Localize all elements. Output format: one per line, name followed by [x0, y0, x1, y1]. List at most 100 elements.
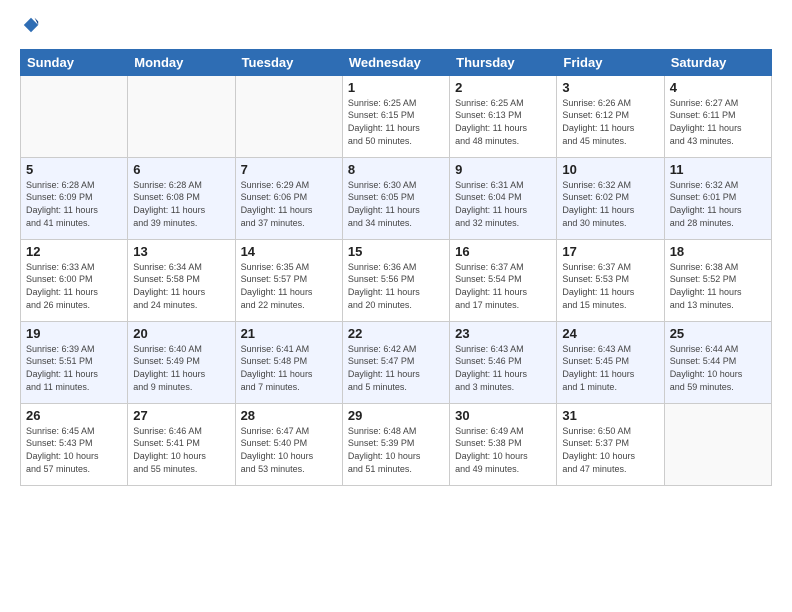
calendar-cell: 19Sunrise: 6:39 AM Sunset: 5:51 PM Dayli… — [21, 321, 128, 403]
day-number: 6 — [133, 162, 229, 177]
day-info: Sunrise: 6:45 AM Sunset: 5:43 PM Dayligh… — [26, 425, 122, 475]
calendar-week-3: 12 Sunrise: 6:33 AM Sunset: 6:00 PM Dayli… — [21, 239, 772, 321]
calendar-week-4: 19Sunrise: 6:39 AM Sunset: 5:51 PM Dayli… — [21, 321, 772, 403]
day-number: 4 — [670, 80, 766, 95]
calendar-cell: 3 Sunrise: 6:26 AM Sunset: 6:12 PM Daylig… — [557, 75, 664, 157]
day-number: 28 — [241, 408, 337, 423]
logo-icon — [22, 16, 40, 34]
day-info: Sunrise: 6:27 AM Sunset: 6:11 PM Dayligh… — [670, 97, 766, 147]
calendar-cell — [21, 75, 128, 157]
day-info: Sunrise: 6:26 AM Sunset: 6:12 PM Dayligh… — [562, 97, 658, 147]
calendar-cell: 29 Sunrise: 6:48 AM Sunset: 5:39 PM Dayli… — [342, 403, 449, 485]
day-info: Sunrise: 6:33 AM Sunset: 6:00 PM Dayligh… — [26, 261, 122, 311]
day-header-tuesday: Tuesday — [235, 49, 342, 75]
day-number: 26 — [26, 408, 122, 423]
day-number: 11 — [670, 162, 766, 177]
day-info: Sunrise: 6:39 AM Sunset: 5:51 PM Dayligh… — [26, 343, 122, 393]
calendar-cell: 30Sunrise: 6:49 AM Sunset: 5:38 PM Dayli… — [450, 403, 557, 485]
day-header-friday: Friday — [557, 49, 664, 75]
day-info: Sunrise: 6:42 AM Sunset: 5:47 PM Dayligh… — [348, 343, 444, 393]
calendar-cell: 11 Sunrise: 6:32 AM Sunset: 6:01 PM Dayli… — [664, 157, 771, 239]
calendar-cell: 4 Sunrise: 6:27 AM Sunset: 6:11 PM Daylig… — [664, 75, 771, 157]
page: SundayMondayTuesdayWednesdayThursdayFrid… — [0, 0, 792, 612]
day-number: 5 — [26, 162, 122, 177]
day-number: 2 — [455, 80, 551, 95]
day-number: 7 — [241, 162, 337, 177]
day-info: Sunrise: 6:37 AM Sunset: 5:53 PM Dayligh… — [562, 261, 658, 311]
day-info: Sunrise: 6:32 AM Sunset: 6:02 PM Dayligh… — [562, 179, 658, 229]
calendar-cell: 8 Sunrise: 6:30 AM Sunset: 6:05 PM Daylig… — [342, 157, 449, 239]
day-number: 8 — [348, 162, 444, 177]
day-info: Sunrise: 6:47 AM Sunset: 5:40 PM Dayligh… — [241, 425, 337, 475]
calendar-cell — [664, 403, 771, 485]
calendar-header-row: SundayMondayTuesdayWednesdayThursdayFrid… — [21, 49, 772, 75]
day-info: Sunrise: 6:48 AM Sunset: 5:39 PM Dayligh… — [348, 425, 444, 475]
calendar-week-5: 26 Sunrise: 6:45 AM Sunset: 5:43 PM Dayli… — [21, 403, 772, 485]
day-number: 17 — [562, 244, 658, 259]
day-number: 21 — [241, 326, 337, 341]
calendar-week-2: 5Sunrise: 6:28 AM Sunset: 6:09 PM Daylig… — [21, 157, 772, 239]
day-info: Sunrise: 6:29 AM Sunset: 6:06 PM Dayligh… — [241, 179, 337, 229]
calendar-cell: 21 Sunrise: 6:41 AM Sunset: 5:48 PM Dayli… — [235, 321, 342, 403]
day-number: 24 — [562, 326, 658, 341]
day-number: 16 — [455, 244, 551, 259]
calendar-cell — [235, 75, 342, 157]
day-info: Sunrise: 6:25 AM Sunset: 6:15 PM Dayligh… — [348, 97, 444, 147]
calendar-cell: 23Sunrise: 6:43 AM Sunset: 5:46 PM Dayli… — [450, 321, 557, 403]
day-info: Sunrise: 6:50 AM Sunset: 5:37 PM Dayligh… — [562, 425, 658, 475]
calendar-cell: 18 Sunrise: 6:38 AM Sunset: 5:52 PM Dayli… — [664, 239, 771, 321]
calendar-cell: 28 Sunrise: 6:47 AM Sunset: 5:40 PM Dayli… — [235, 403, 342, 485]
day-info: Sunrise: 6:25 AM Sunset: 6:13 PM Dayligh… — [455, 97, 551, 147]
day-number: 20 — [133, 326, 229, 341]
day-number: 1 — [348, 80, 444, 95]
calendar-cell: 14 Sunrise: 6:35 AM Sunset: 5:57 PM Dayli… — [235, 239, 342, 321]
day-info: Sunrise: 6:31 AM Sunset: 6:04 PM Dayligh… — [455, 179, 551, 229]
calendar-cell: 6 Sunrise: 6:28 AM Sunset: 6:08 PM Daylig… — [128, 157, 235, 239]
calendar-cell: 12 Sunrise: 6:33 AM Sunset: 6:00 PM Dayli… — [21, 239, 128, 321]
header — [20, 16, 772, 39]
day-number: 3 — [562, 80, 658, 95]
day-number: 29 — [348, 408, 444, 423]
day-number: 31 — [562, 408, 658, 423]
day-number: 27 — [133, 408, 229, 423]
day-number: 10 — [562, 162, 658, 177]
day-number: 23 — [455, 326, 551, 341]
calendar-cell: 13 Sunrise: 6:34 AM Sunset: 5:58 PM Dayli… — [128, 239, 235, 321]
day-info: Sunrise: 6:32 AM Sunset: 6:01 PM Dayligh… — [670, 179, 766, 229]
calendar-cell: 16 Sunrise: 6:37 AM Sunset: 5:54 PM Dayli… — [450, 239, 557, 321]
day-info: Sunrise: 6:40 AM Sunset: 5:49 PM Dayligh… — [133, 343, 229, 393]
day-header-thursday: Thursday — [450, 49, 557, 75]
calendar-cell: 25Sunrise: 6:44 AM Sunset: 5:44 PM Dayli… — [664, 321, 771, 403]
day-number: 14 — [241, 244, 337, 259]
calendar-cell: 10 Sunrise: 6:32 AM Sunset: 6:02 PM Dayli… — [557, 157, 664, 239]
day-number: 9 — [455, 162, 551, 177]
day-info: Sunrise: 6:35 AM Sunset: 5:57 PM Dayligh… — [241, 261, 337, 311]
calendar-cell: 17 Sunrise: 6:37 AM Sunset: 5:53 PM Dayli… — [557, 239, 664, 321]
day-number: 13 — [133, 244, 229, 259]
calendar-cell: 22Sunrise: 6:42 AM Sunset: 5:47 PM Dayli… — [342, 321, 449, 403]
day-info: Sunrise: 6:34 AM Sunset: 5:58 PM Dayligh… — [133, 261, 229, 311]
day-info: Sunrise: 6:44 AM Sunset: 5:44 PM Dayligh… — [670, 343, 766, 393]
calendar-cell: 31 Sunrise: 6:50 AM Sunset: 5:37 PM Dayli… — [557, 403, 664, 485]
day-info: Sunrise: 6:37 AM Sunset: 5:54 PM Dayligh… — [455, 261, 551, 311]
calendar-week-1: 1 Sunrise: 6:25 AM Sunset: 6:15 PM Daylig… — [21, 75, 772, 157]
calendar-cell: 2 Sunrise: 6:25 AM Sunset: 6:13 PM Daylig… — [450, 75, 557, 157]
calendar-cell: 26 Sunrise: 6:45 AM Sunset: 5:43 PM Dayli… — [21, 403, 128, 485]
day-number: 18 — [670, 244, 766, 259]
day-info: Sunrise: 6:41 AM Sunset: 5:48 PM Dayligh… — [241, 343, 337, 393]
day-number: 12 — [26, 244, 122, 259]
calendar-table: SundayMondayTuesdayWednesdayThursdayFrid… — [20, 49, 772, 486]
calendar-cell: 15 Sunrise: 6:36 AM Sunset: 5:56 PM Dayli… — [342, 239, 449, 321]
day-info: Sunrise: 6:30 AM Sunset: 6:05 PM Dayligh… — [348, 179, 444, 229]
calendar-cell: 7 Sunrise: 6:29 AM Sunset: 6:06 PM Daylig… — [235, 157, 342, 239]
day-number: 15 — [348, 244, 444, 259]
day-header-saturday: Saturday — [664, 49, 771, 75]
day-info: Sunrise: 6:28 AM Sunset: 6:08 PM Dayligh… — [133, 179, 229, 229]
day-info: Sunrise: 6:46 AM Sunset: 5:41 PM Dayligh… — [133, 425, 229, 475]
day-info: Sunrise: 6:38 AM Sunset: 5:52 PM Dayligh… — [670, 261, 766, 311]
calendar-cell — [128, 75, 235, 157]
logo-general — [20, 16, 40, 39]
day-info: Sunrise: 6:36 AM Sunset: 5:56 PM Dayligh… — [348, 261, 444, 311]
calendar-cell: 20 Sunrise: 6:40 AM Sunset: 5:49 PM Dayli… — [128, 321, 235, 403]
calendar-cell: 5Sunrise: 6:28 AM Sunset: 6:09 PM Daylig… — [21, 157, 128, 239]
